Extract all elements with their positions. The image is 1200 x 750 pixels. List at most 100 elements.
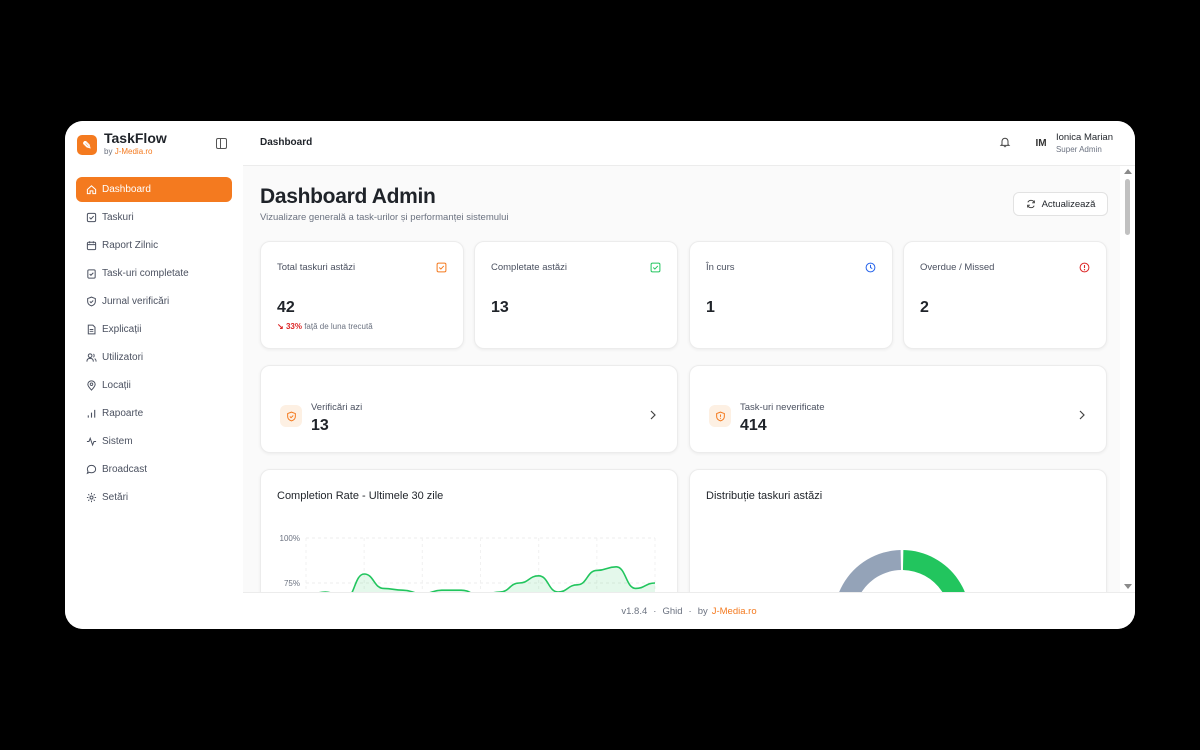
stat-value: 13 bbox=[491, 299, 509, 316]
brand-byline: by J-Media.ro bbox=[104, 147, 153, 156]
brand[interactable]: ✎ TaskFlow by J-Media.ro bbox=[77, 130, 167, 158]
message-icon bbox=[86, 464, 97, 475]
verify-label: Task-uri neverificate bbox=[740, 402, 825, 413]
stat-trend: ↘ 33% față de luna trecută bbox=[277, 322, 373, 331]
stat-card-in-progress: În curs 1 bbox=[689, 241, 893, 349]
verify-card-unverified[interactable]: Task-uri neverificate 414 bbox=[689, 365, 1107, 453]
sidebar-item-rapoarte[interactable]: Rapoarte bbox=[76, 401, 232, 426]
footer-separator: · bbox=[688, 606, 692, 617]
refresh-button[interactable]: Actualizează bbox=[1013, 192, 1108, 216]
clock-icon bbox=[865, 262, 876, 273]
trend-down-icon: ↘ bbox=[277, 322, 284, 331]
verify-value: 13 bbox=[311, 417, 329, 434]
stat-value: 2 bbox=[920, 299, 929, 316]
sidebar-collapse-icon[interactable] bbox=[216, 138, 227, 149]
distribution-card: Distribuție taskuri astăzi bbox=[689, 469, 1107, 592]
checkbox-icon bbox=[86, 212, 97, 223]
home-icon bbox=[86, 184, 97, 195]
stat-value: 42 bbox=[277, 299, 295, 316]
y-tick-label: 75% bbox=[284, 579, 300, 588]
footer-link[interactable]: J-Media.ro bbox=[712, 606, 757, 617]
app-window: ✎ TaskFlow by J-Media.ro Dashboard Tasku… bbox=[65, 121, 1135, 629]
sidebar-item-sistem[interactable]: Sistem bbox=[76, 429, 232, 454]
alert-circle-icon bbox=[1079, 262, 1090, 273]
sidebar-item-label: Taskuri bbox=[102, 212, 134, 223]
gear-icon bbox=[86, 492, 97, 503]
users-icon bbox=[86, 352, 97, 363]
refresh-icon bbox=[1026, 199, 1035, 209]
scrollbar[interactable] bbox=[1120, 166, 1135, 592]
map-pin-icon bbox=[86, 380, 97, 391]
stat-trend-pct: 33% bbox=[285, 322, 302, 331]
avatar[interactable]: IM bbox=[1031, 133, 1051, 153]
sidebar: ✎ TaskFlow by J-Media.ro Dashboard Tasku… bbox=[65, 121, 244, 629]
verify-label: Verificări azi bbox=[311, 402, 363, 413]
sidebar-item-label: Rapoarte bbox=[102, 408, 144, 419]
bar-chart-icon bbox=[86, 408, 97, 419]
bell-icon[interactable] bbox=[999, 136, 1011, 148]
sidebar-item-label: Raport Zilnic bbox=[102, 240, 159, 251]
scroll-up-icon[interactable] bbox=[1124, 169, 1132, 174]
sidebar-item-utilizatori[interactable]: Utilizatori bbox=[76, 345, 232, 370]
sidebar-item-jurnal-verificari[interactable]: Jurnal verificări bbox=[76, 289, 232, 314]
top-bar: Dashboard IM Ionica Marian Super Admin bbox=[243, 121, 1135, 166]
sidebar-item-broadcast[interactable]: Broadcast bbox=[76, 457, 232, 482]
shield-check-icon bbox=[86, 296, 97, 307]
activity-icon bbox=[86, 436, 97, 447]
stat-card-completed: Completate astăzi 13 bbox=[474, 241, 678, 349]
page-title: Dashboard Admin bbox=[260, 185, 436, 208]
sidebar-item-setari[interactable]: Setări bbox=[76, 485, 232, 510]
user-menu[interactable]: Ionica Marian Super Admin bbox=[1056, 132, 1113, 156]
calendar-icon bbox=[86, 240, 97, 251]
sidebar-item-task-uri-completate[interactable]: Task-uri completate bbox=[76, 261, 232, 286]
checkbox-icon bbox=[436, 262, 447, 273]
footer-by: by bbox=[697, 606, 708, 617]
stat-value: 1 bbox=[706, 299, 715, 316]
stat-label: Completate astăzi bbox=[491, 262, 568, 273]
sidebar-item-label: Sistem bbox=[102, 436, 133, 447]
sidebar-item-label: Setări bbox=[102, 492, 129, 503]
version: v1.8.4 bbox=[621, 606, 648, 617]
chevron-right-icon bbox=[650, 410, 656, 420]
scroll-thumb[interactable] bbox=[1125, 179, 1130, 235]
footer-separator: · bbox=[653, 606, 657, 617]
sidebar-item-label: Jurnal verificări bbox=[102, 296, 170, 307]
refresh-label: Actualizează bbox=[1041, 198, 1096, 210]
brand-name: TaskFlow bbox=[104, 130, 167, 146]
clipboard-check-icon bbox=[86, 268, 97, 279]
footer: v1.8.4 · Ghid · by J-Media.ro bbox=[243, 592, 1135, 629]
sidebar-item-label: Broadcast bbox=[102, 464, 148, 475]
guide-link[interactable]: Ghid bbox=[662, 606, 682, 617]
distribution-donut-chart bbox=[839, 550, 965, 592]
sidebar-item-label: Locații bbox=[102, 380, 131, 391]
stat-card-overdue: Overdue / Missed 2 bbox=[903, 241, 1107, 349]
stat-label: Total taskuri astăzi bbox=[277, 262, 356, 273]
main-content: Dashboard Admin Vizualizare generală a t… bbox=[243, 166, 1120, 592]
sidebar-item-dashboard[interactable]: Dashboard bbox=[76, 177, 232, 202]
donut-slice bbox=[902, 550, 965, 592]
shield-alert-icon bbox=[709, 405, 731, 427]
sidebar-item-locatii[interactable]: Locații bbox=[76, 373, 232, 398]
sidebar-item-label: Explicații bbox=[102, 324, 142, 335]
verify-card-today[interactable]: Verificări azi 13 bbox=[260, 365, 678, 453]
user-role: Super Admin bbox=[1055, 145, 1102, 154]
sidebar-item-taskuri[interactable]: Taskuri bbox=[76, 205, 232, 230]
shield-check-icon bbox=[280, 405, 302, 427]
sidebar-item-label: Task-uri completate bbox=[102, 268, 189, 279]
taskflow-logo-icon: ✎ bbox=[77, 135, 97, 155]
sidebar-item-label: Dashboard bbox=[102, 184, 151, 195]
page-subtitle: Vizualizare generală a task-urilor și pe… bbox=[260, 212, 509, 223]
sidebar-item-explicatii[interactable]: Explicații bbox=[76, 317, 232, 342]
y-tick-label: 100% bbox=[280, 534, 300, 543]
sidebar-nav: Dashboard Taskuri Raport Zilnic Task-uri… bbox=[76, 177, 232, 513]
scroll-down-icon[interactable] bbox=[1124, 584, 1132, 589]
stat-label: Overdue / Missed bbox=[920, 262, 995, 273]
stat-label: În curs bbox=[706, 262, 735, 273]
user-name: Ionica Marian bbox=[1055, 132, 1113, 143]
document-icon bbox=[86, 324, 97, 335]
check-square-icon bbox=[650, 262, 661, 273]
sidebar-item-raport-zilnic[interactable]: Raport Zilnic bbox=[76, 233, 232, 258]
breadcrumb: Dashboard bbox=[260, 137, 313, 148]
stat-trend-text: față de luna trecută bbox=[304, 322, 373, 331]
verify-value: 414 bbox=[740, 417, 767, 434]
